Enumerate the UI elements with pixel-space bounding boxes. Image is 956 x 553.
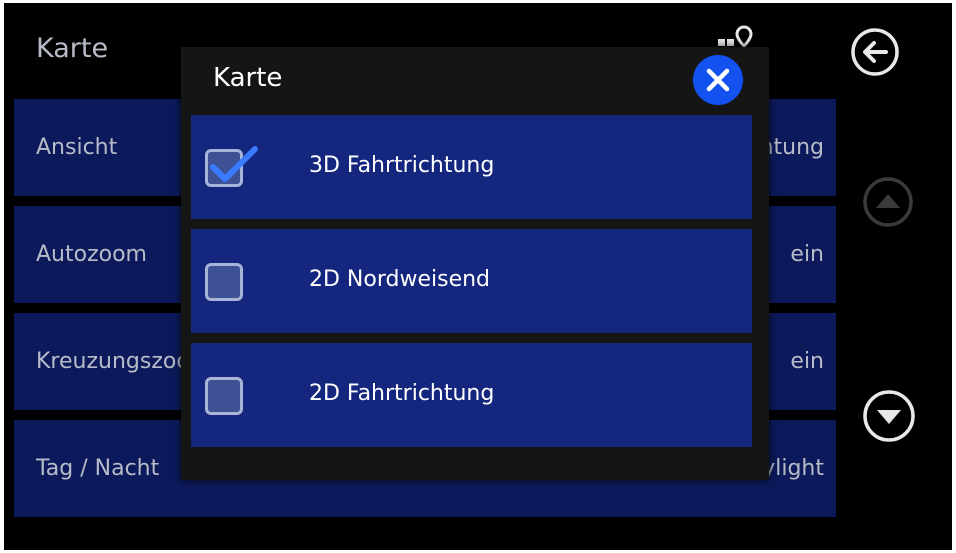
page-title: Karte	[36, 33, 109, 64]
back-arrow-icon[interactable]	[850, 27, 900, 77]
option-3d-fahrtrichtung[interactable]: 3D Fahrtrichtung	[191, 115, 752, 219]
row-value: ein	[790, 242, 824, 267]
option-2d-fahrtrichtung[interactable]: 2D Fahrtrichtung	[191, 343, 752, 447]
checkbox-unchecked[interactable]	[205, 377, 243, 415]
scroll-down-icon[interactable]	[862, 389, 916, 443]
option-label: 3D Fahrtrichtung	[309, 153, 495, 178]
option-label: 2D Nordweisend	[309, 267, 491, 292]
row-label: Tag / Nacht	[36, 456, 160, 481]
row-value: ein	[790, 349, 824, 374]
row-label: Autozoom	[36, 242, 147, 267]
scroll-up-icon[interactable]	[862, 176, 914, 228]
screen: Karte Ansicht 3D Fahrtrichtung Autozoom …	[4, 3, 952, 550]
view-selection-dialog: Karte 3D Fahrtrichtung 2D Nordweisend 2D…	[181, 47, 769, 480]
option-2d-nordweisend[interactable]: 2D Nordweisend	[191, 229, 752, 333]
option-label: 2D Fahrtrichtung	[309, 381, 495, 406]
dialog-title: Karte	[213, 63, 283, 93]
checkbox-unchecked[interactable]	[205, 263, 243, 301]
checkmark-icon	[210, 146, 258, 182]
close-icon	[706, 68, 730, 92]
close-button[interactable]	[693, 55, 743, 105]
row-label: Ansicht	[36, 135, 118, 160]
